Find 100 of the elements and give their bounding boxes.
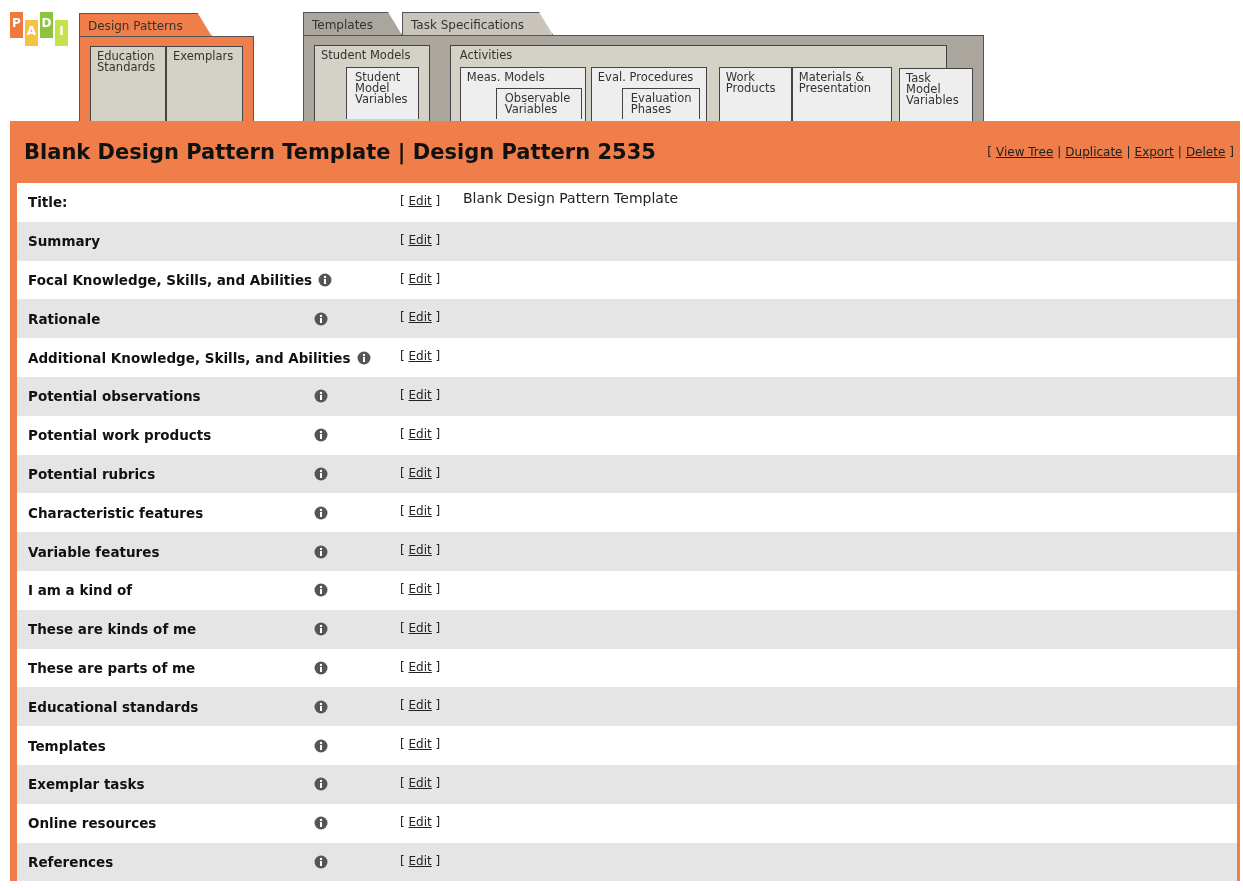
bracket: [: [400, 698, 405, 713]
header-link[interactable]: Duplicate: [1065, 145, 1123, 159]
edit-link[interactable]: Edit: [408, 504, 432, 519]
bracket: ]: [435, 620, 441, 635]
logo-tile: A: [25, 20, 38, 46]
bracket: ]: [435, 543, 441, 558]
info-icon[interactable]: [314, 311, 328, 326]
info-icon[interactable]: [314, 622, 328, 637]
field-label: Potential work products: [28, 427, 213, 444]
bracket: [: [400, 310, 405, 325]
field-label: Characteristic features: [28, 504, 205, 521]
bracket: [: [400, 465, 405, 480]
bracket: [: [400, 426, 405, 441]
field-label: References: [28, 853, 115, 870]
bracket: [: [987, 145, 992, 159]
header-link[interactable]: View Tree: [996, 145, 1054, 159]
nav-tab[interactable]: Templates: [303, 12, 402, 35]
subtab-label: Activities: [459, 50, 514, 61]
edit-link[interactable]: Edit: [408, 620, 432, 635]
bracket: ]: [435, 271, 441, 286]
subtab-label: Student Models: [321, 50, 412, 61]
field-label: Educational standards: [28, 698, 200, 715]
edit-link[interactable]: Edit: [408, 543, 432, 558]
subtab-label: Eval. Procedures: [597, 72, 695, 83]
edit-link[interactable]: Edit: [408, 465, 432, 480]
info-icon[interactable]: [314, 389, 328, 404]
info-icon[interactable]: [314, 544, 328, 559]
subtab[interactable]: Student Model Variables: [346, 67, 419, 119]
info-icon[interactable]: [314, 583, 328, 598]
subtab[interactable]: Evaluation Phases: [621, 88, 700, 119]
field-label: These are parts of me: [28, 659, 197, 676]
bracket: ]: [435, 465, 441, 480]
subtab[interactable]: Education Standards: [90, 46, 166, 121]
bracket: [: [400, 271, 405, 286]
bracket: [: [400, 388, 405, 402]
nav-tab[interactable]: Design Patterns: [79, 13, 212, 36]
bracket: [: [400, 194, 405, 208]
info-icon[interactable]: [356, 350, 371, 365]
info-icon[interactable]: [314, 777, 328, 792]
bracket: ]: [435, 310, 441, 325]
edit-link[interactable]: Edit: [408, 853, 432, 868]
info-icon[interactable]: [314, 699, 328, 714]
subtab[interactable]: Exemplars: [166, 46, 243, 121]
info-icon[interactable]: [314, 816, 328, 831]
info-icon[interactable]: [314, 428, 328, 443]
header-link[interactable]: Export: [1134, 145, 1174, 159]
bracket: [: [400, 232, 405, 247]
edit-link[interactable]: Edit: [408, 194, 432, 208]
bracket: ]: [435, 232, 441, 247]
info-icon[interactable]: [314, 854, 328, 869]
subtab[interactable]: Materials & Presentation: [791, 67, 892, 121]
field-label: Templates: [28, 737, 107, 754]
edit-link[interactable]: Edit: [408, 349, 432, 364]
info-icon[interactable]: [314, 505, 328, 520]
edit-link[interactable]: Edit: [408, 775, 432, 790]
edit-link[interactable]: Edit: [408, 388, 432, 402]
field-label: These are kinds of me: [28, 621, 198, 638]
bracket: ]: [435, 194, 441, 208]
separator: |: [1057, 145, 1062, 159]
edit-link[interactable]: Edit: [408, 659, 432, 674]
edit-link[interactable]: Edit: [408, 426, 432, 441]
bracket: ]: [435, 349, 441, 364]
bracket: ]: [435, 737, 441, 752]
logo-tile: P: [10, 12, 23, 38]
page-title: Blank Design Pattern Template | Design Pattern 2535: [24, 140, 656, 164]
subtab[interactable]: Eval. Procedures Evaluation Phases: [590, 67, 707, 121]
subtab[interactable]: Student Models Student Model Variables: [314, 45, 430, 121]
bracket: ]: [435, 581, 441, 596]
field-label: Additional Knowledge, Skills, and Abilities: [28, 349, 351, 366]
bracket: [: [400, 349, 405, 364]
bracket: ]: [435, 426, 441, 441]
info-icon[interactable]: [314, 466, 328, 481]
edit-link[interactable]: Edit: [408, 737, 432, 752]
logo-tile: I: [55, 20, 68, 46]
subtab[interactable]: Task Model Variables: [899, 68, 973, 121]
info-icon[interactable]: [314, 660, 328, 675]
edit-link[interactable]: Edit: [408, 698, 432, 713]
bracket: [: [400, 543, 405, 558]
logo-tile: D: [40, 12, 53, 38]
field-label: Exemplar tasks: [28, 776, 146, 793]
edit-link[interactable]: Edit: [408, 232, 432, 247]
subtab[interactable]: Work Products: [718, 67, 792, 121]
edit-link[interactable]: Edit: [408, 814, 432, 829]
info-icon[interactable]: [314, 738, 328, 753]
bracket: [: [400, 659, 405, 674]
subtab[interactable]: Observable Variables: [495, 88, 582, 119]
edit-link[interactable]: Edit: [408, 581, 432, 596]
subtab-label: Meas. Models: [466, 72, 546, 83]
header-link[interactable]: Delete: [1185, 145, 1226, 159]
bracket: ]: [435, 853, 441, 868]
separator: |: [1177, 145, 1182, 159]
bracket: [: [400, 775, 405, 790]
field-label: Rationale: [28, 310, 102, 327]
field-label: Focal Knowledge, Skills, and Abilities: [28, 272, 313, 288]
edit-link[interactable]: Edit: [408, 271, 432, 286]
edit-link[interactable]: Edit: [408, 310, 432, 325]
nav-tab[interactable]: Task Specifications: [402, 12, 554, 35]
subtab[interactable]: Meas. Models Observable Variables: [459, 67, 586, 121]
bracket: ]: [435, 814, 441, 829]
info-icon[interactable]: [318, 273, 333, 287]
